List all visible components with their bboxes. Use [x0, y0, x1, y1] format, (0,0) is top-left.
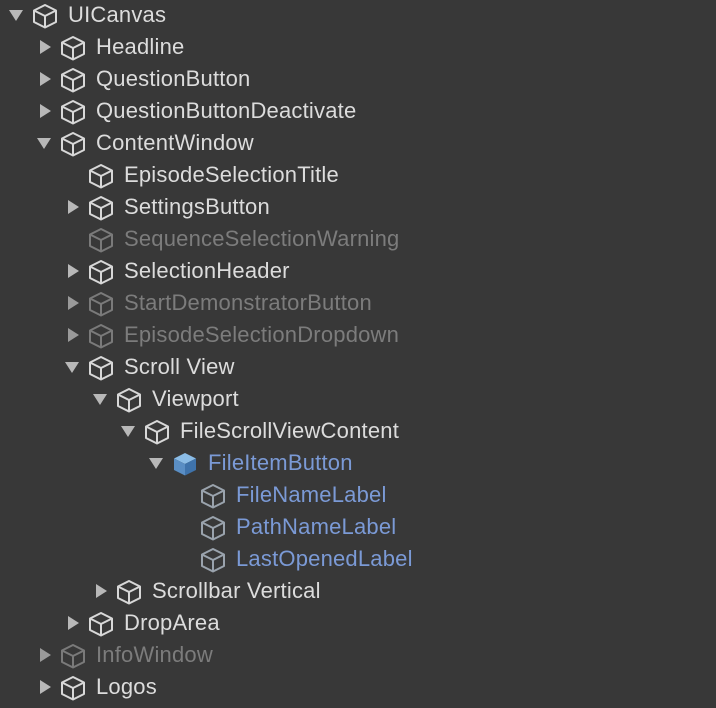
- cube-icon: [88, 227, 114, 253]
- cube-icon: [88, 291, 114, 317]
- hierarchy-item-label: QuestionButton: [96, 66, 251, 91]
- hierarchy-item[interactable]: QuestionButtonDeactivate: [0, 95, 716, 127]
- hierarchy-item-label: SequenceSelectionWarning: [124, 226, 400, 251]
- cube-icon: [60, 131, 86, 157]
- cube-icon: [88, 323, 114, 349]
- cube-icon: [200, 515, 226, 541]
- hierarchy-item-label: PathNameLabel: [236, 514, 397, 539]
- hierarchy-item-label: LastOpenedLabel: [236, 546, 413, 571]
- hierarchy-item[interactable]: SettingsButton: [0, 191, 716, 223]
- expand-arrow-icon[interactable]: [118, 415, 138, 447]
- hierarchy-item[interactable]: Scrollbar Vertical: [0, 575, 716, 607]
- hierarchy-item[interactable]: DropArea: [0, 607, 716, 639]
- collapse-arrow-icon[interactable]: [62, 255, 82, 287]
- hierarchy-item[interactable]: Headline: [0, 31, 716, 63]
- expand-arrow-icon[interactable]: [146, 447, 166, 479]
- cube-icon: [60, 675, 86, 701]
- cube-icon: [60, 67, 86, 93]
- hierarchy-panel: UICanvas Headline QuestionButton QuestionBu…: [0, 0, 716, 708]
- hierarchy-item-label: QuestionButtonDeactivate: [96, 98, 357, 123]
- hierarchy-item[interactable]: FileScrollViewContent: [0, 415, 716, 447]
- cube-icon: [88, 611, 114, 637]
- hierarchy-item-label: ContentWindow: [96, 130, 254, 155]
- cube-icon: [60, 35, 86, 61]
- cube-icon: [88, 355, 114, 381]
- hierarchy-item[interactable]: PathNameLabel: [0, 511, 716, 543]
- hierarchy-item-label: InfoWindow: [96, 642, 213, 667]
- hierarchy-item-label: Scroll View: [124, 354, 235, 379]
- hierarchy-item[interactable]: EpisodeSelectionTitle: [0, 159, 716, 191]
- expand-arrow-icon[interactable]: [90, 383, 110, 415]
- hierarchy-item-label: FileItemButton: [208, 450, 353, 475]
- hierarchy-item-label: EpisodeSelectionTitle: [124, 162, 339, 187]
- collapse-arrow-icon[interactable]: [34, 63, 54, 95]
- collapse-arrow-icon[interactable]: [62, 287, 82, 319]
- cube-icon: [116, 387, 142, 413]
- hierarchy-item[interactable]: FileItemButton: [0, 447, 716, 479]
- hierarchy-item[interactable]: QuestionButton: [0, 63, 716, 95]
- hierarchy-item-label: EpisodeSelectionDropdown: [124, 322, 400, 347]
- hierarchy-item[interactable]: LastOpenedLabel: [0, 543, 716, 575]
- collapse-arrow-icon[interactable]: [62, 191, 82, 223]
- collapse-arrow-icon[interactable]: [34, 639, 54, 671]
- hierarchy-item-label: SettingsButton: [124, 194, 270, 219]
- hierarchy-item-label: Scrollbar Vertical: [152, 578, 321, 603]
- hierarchy-item-label: FileScrollViewContent: [180, 418, 400, 443]
- hierarchy-item[interactable]: ContentWindow: [0, 127, 716, 159]
- hierarchy-item[interactable]: UICanvas: [0, 0, 716, 31]
- collapse-arrow-icon[interactable]: [90, 575, 110, 607]
- collapse-arrow-icon[interactable]: [62, 319, 82, 351]
- cube-icon: [200, 547, 226, 573]
- hierarchy-item-label: UICanvas: [68, 2, 167, 27]
- hierarchy-item-label: Headline: [96, 34, 185, 59]
- cube-icon: [88, 163, 114, 189]
- hierarchy-item[interactable]: Scroll View: [0, 351, 716, 383]
- hierarchy-item[interactable]: StartDemonstratorButton: [0, 287, 716, 319]
- hierarchy-item[interactable]: SelectionHeader: [0, 255, 716, 287]
- cube-icon: [60, 643, 86, 669]
- cube-icon: [88, 195, 114, 221]
- hierarchy-item[interactable]: Viewport: [0, 383, 716, 415]
- cube-icon: [116, 579, 142, 605]
- cube-icon: [88, 259, 114, 285]
- hierarchy-item-label: Logos: [96, 674, 157, 699]
- hierarchy-item-label: Viewport: [152, 386, 239, 411]
- collapse-arrow-icon[interactable]: [34, 95, 54, 127]
- hierarchy-item[interactable]: InfoWindow: [0, 639, 716, 671]
- cube-icon: [60, 99, 86, 125]
- collapse-arrow-icon[interactable]: [62, 607, 82, 639]
- expand-arrow-icon[interactable]: [34, 127, 54, 159]
- collapse-arrow-icon[interactable]: [34, 671, 54, 703]
- hierarchy-item[interactable]: SequenceSelectionWarning: [0, 223, 716, 255]
- expand-arrow-icon[interactable]: [62, 351, 82, 383]
- prefab-cube-icon: [172, 451, 198, 477]
- expand-arrow-icon[interactable]: [6, 0, 26, 31]
- hierarchy-item-label: FileNameLabel: [236, 482, 387, 507]
- hierarchy-item-label: StartDemonstratorButton: [124, 290, 372, 315]
- hierarchy-item[interactable]: Logos: [0, 671, 716, 703]
- hierarchy-item[interactable]: EpisodeSelectionDropdown: [0, 319, 716, 351]
- cube-icon: [32, 3, 58, 29]
- collapse-arrow-icon[interactable]: [34, 31, 54, 63]
- hierarchy-item-label: SelectionHeader: [124, 258, 290, 283]
- cube-icon: [144, 419, 170, 445]
- hierarchy-item[interactable]: FileNameLabel: [0, 479, 716, 511]
- hierarchy-item-label: DropArea: [124, 610, 220, 635]
- cube-icon: [200, 483, 226, 509]
